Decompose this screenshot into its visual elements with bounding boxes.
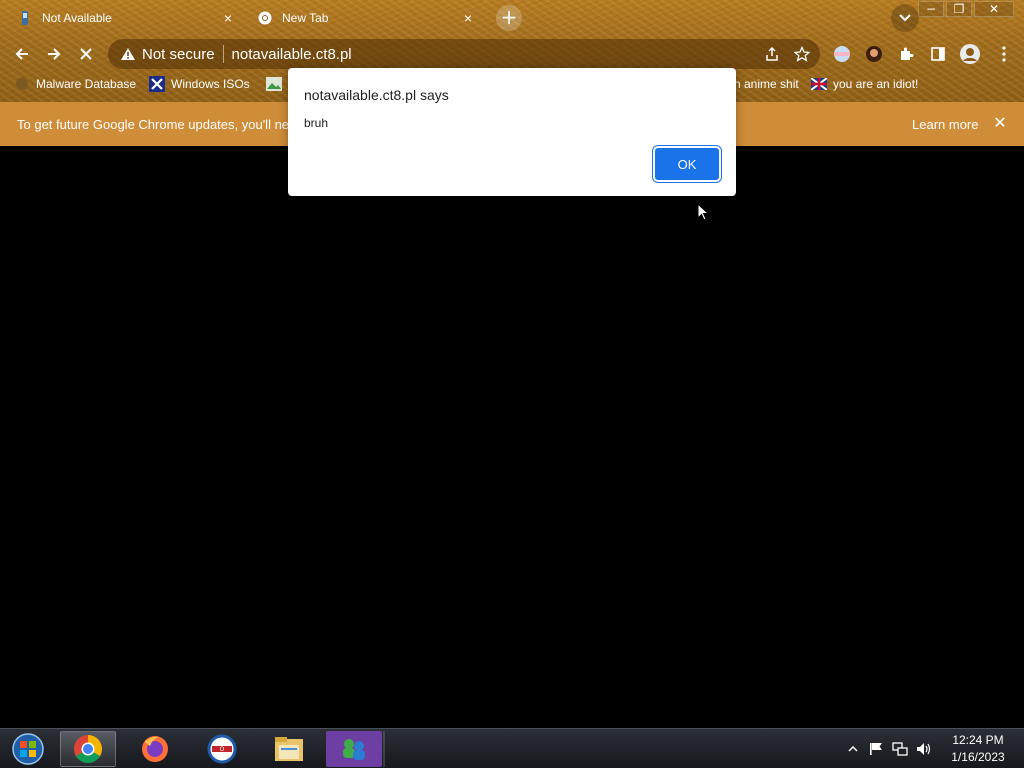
tab-new-tab[interactable]: New Tab × <box>248 4 486 32</box>
address-bar[interactable]: Not secure notavailable.ct8.pl <box>108 39 820 69</box>
toolbar: Not secure notavailable.ct8.pl <box>0 36 1024 70</box>
messenger-buddies-icon <box>343 739 365 760</box>
restore-button[interactable]: ❐ <box>946 1 972 17</box>
screen: Not Available × New Tab × + − ❐ ✕ Not se… <box>0 0 1024 768</box>
learn-more-link[interactable]: Learn more <box>912 117 978 132</box>
alert-dialog: notavailable.ct8.pl says bruh OK <box>288 68 736 196</box>
tab-title: Not Available <box>42 11 112 25</box>
show-hidden-icons-icon[interactable] <box>845 741 861 757</box>
outlook-icon: O <box>207 734 237 764</box>
taskbar-messenger[interactable] <box>326 731 382 767</box>
profile-avatar-icon[interactable] <box>958 42 982 66</box>
action-center-flag-icon[interactable] <box>868 741 884 757</box>
tab-not-available[interactable]: Not Available × <box>8 4 246 32</box>
close-window-button[interactable]: ✕ <box>974 1 1014 17</box>
url-text[interactable]: notavailable.ct8.pl <box>232 46 760 63</box>
profile-extension-icon[interactable] <box>862 42 886 66</box>
bookmark-label: Malware Database <box>36 77 137 91</box>
forward-button[interactable] <box>41 41 67 67</box>
share-icon[interactable] <box>760 42 784 66</box>
taskbar-chrome[interactable] <box>60 731 116 767</box>
chrome-icon <box>74 735 102 763</box>
x-icon <box>149 76 165 92</box>
infobar-close-icon[interactable]: ✕ <box>992 115 1008 132</box>
tab-search-button[interactable] <box>891 4 919 32</box>
bookmark-you-are-an-idiot[interactable]: you are an idiot! <box>811 75 918 93</box>
folder-icon <box>275 737 303 761</box>
flag-icon <box>811 76 827 92</box>
warning-icon <box>120 46 136 62</box>
taskbar: O 12:24 PM 1/16/2023 <box>0 728 1024 768</box>
extensions-puzzle-icon[interactable] <box>894 42 918 66</box>
tab-close-icon[interactable]: × <box>220 10 236 26</box>
minimize-button[interactable]: − <box>918 1 944 17</box>
taskbar-clock[interactable]: 12:24 PM 1/16/2023 <box>940 732 1016 766</box>
back-arrow-icon <box>15 48 28 60</box>
forward-arrow-icon <box>48 48 61 60</box>
clock-date: 1/16/2023 <box>951 750 1005 764</box>
bookmark-malware-database[interactable]: Malware Database <box>14 75 136 93</box>
image-icon <box>266 76 282 92</box>
back-button[interactable] <box>9 41 35 67</box>
bookmark-star-icon[interactable] <box>790 42 814 66</box>
malware-icon <box>14 76 30 92</box>
bookmark-image[interactable] <box>266 75 288 93</box>
taskbar-file-explorer[interactable] <box>261 731 317 767</box>
network-icon[interactable] <box>892 741 908 757</box>
infobar-message: To get future Google Chrome updates, you… <box>17 117 297 132</box>
firefox-icon <box>142 736 168 762</box>
taskbar-opera-outlook[interactable]: O <box>194 731 250 767</box>
stop-icon <box>80 48 92 60</box>
bookmark-label: you are an idiot! <box>833 77 919 91</box>
security-label[interactable]: Not secure <box>142 46 215 63</box>
ct8-favicon-icon <box>18 11 32 25</box>
bookmark-anime[interactable]: n anime shit <box>734 75 799 93</box>
start-button[interactable] <box>0 731 56 767</box>
divider <box>222 45 224 63</box>
start-orb-icon <box>12 733 44 765</box>
page-content <box>0 146 1024 728</box>
chevron-down-icon <box>899 14 911 22</box>
new-tab-button[interactable]: + <box>496 5 522 31</box>
bookmark-label: n anime shit <box>734 77 799 91</box>
svg-text:O: O <box>220 746 225 753</box>
dialog-title: notavailable.ct8.pl says <box>304 87 449 103</box>
ok-button[interactable]: OK <box>655 148 719 180</box>
taskbar-firefox[interactable] <box>127 731 183 767</box>
tab-close-icon[interactable]: × <box>460 10 476 26</box>
window-controls: − ❐ ✕ <box>916 1 1014 17</box>
menu-kebab-icon[interactable] <box>992 42 1016 66</box>
bookmark-windows-isos[interactable]: Windows ISOs <box>149 75 250 93</box>
side-panel-icon[interactable] <box>926 42 950 66</box>
tab-title: New Tab <box>282 11 329 25</box>
extension-icon[interactable] <box>830 42 854 66</box>
mouse-cursor-icon <box>697 203 709 221</box>
clock-time: 12:24 PM <box>952 733 1004 747</box>
taskbar-separator <box>383 731 385 767</box>
dialog-message: bruh <box>304 116 329 130</box>
chrome-icon <box>258 11 272 25</box>
volume-icon[interactable] <box>916 741 932 757</box>
stop-button[interactable] <box>73 41 99 67</box>
bookmark-label: Windows ISOs <box>171 77 250 91</box>
